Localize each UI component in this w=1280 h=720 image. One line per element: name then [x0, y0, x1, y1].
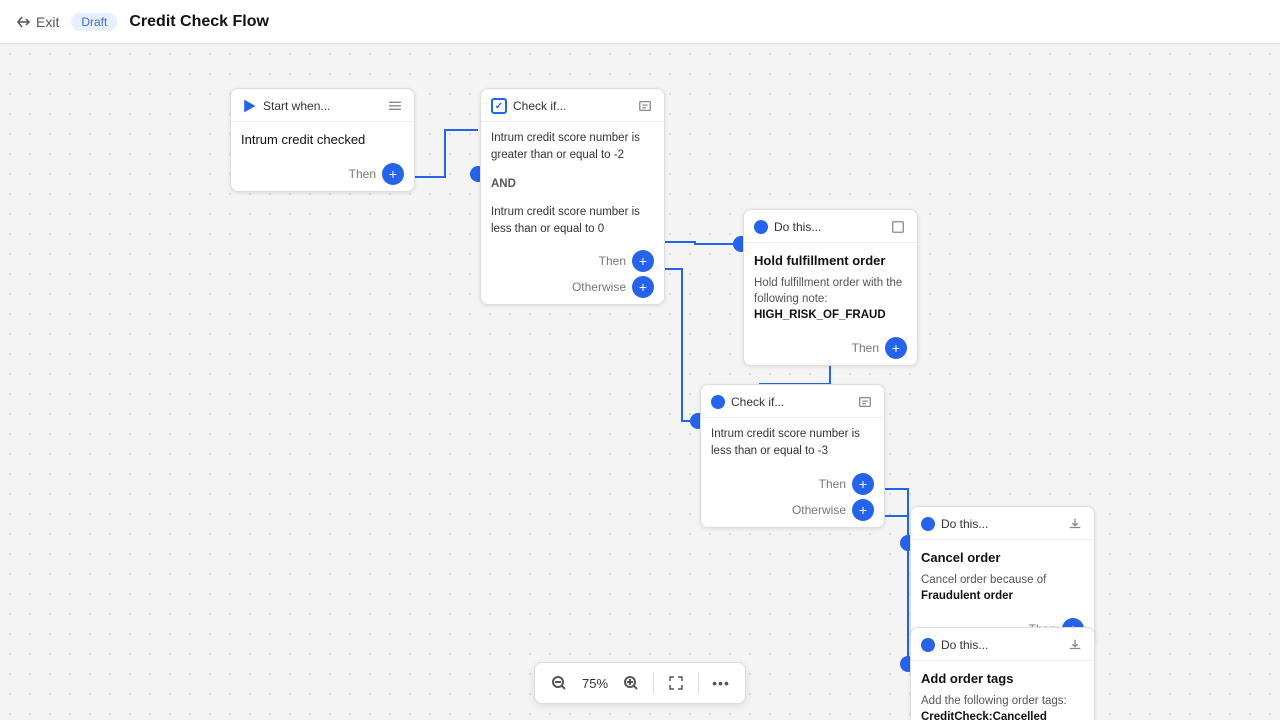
do2-input-dot [921, 517, 935, 531]
start-then-label: Then [349, 167, 376, 181]
check2-condition: Intrum credit score number is less than … [701, 418, 884, 469]
start-node-footer: Then + [231, 157, 414, 191]
exit-button[interactable]: Exit [16, 14, 59, 30]
check1-header-left: Check if... [491, 98, 566, 114]
do2-download-icon[interactable] [1066, 515, 1084, 533]
check1-then-row: Then + [491, 250, 654, 272]
check1-header: Check if... [481, 89, 664, 122]
flow-canvas: Start when... Intrum credit checked Then… [0, 44, 1280, 720]
check2-header-left: Check if... [711, 395, 784, 409]
check1-then-add-button[interactable]: + [632, 250, 654, 272]
do2-label: Do this... [941, 517, 988, 531]
do2-bold: Fraudulent order [921, 590, 1013, 602]
do3-title: Add order tags [921, 669, 1084, 689]
check2-otherwise-label: Otherwise [792, 503, 846, 517]
check1-settings-icon[interactable] [636, 97, 654, 115]
do2-header-left: Do this... [921, 517, 988, 531]
check1-and: AND [481, 176, 664, 204]
check2-header: Check if... [701, 385, 884, 418]
do1-download-icon[interactable] [889, 218, 907, 236]
do1-note: HIGH_RISK_OF_FRAUD [754, 309, 886, 321]
do1-header: Do this... [744, 210, 917, 243]
play-icon [241, 98, 257, 114]
do3-label: Do this... [941, 638, 988, 652]
zoom-toolbar: 75% ••• [534, 662, 746, 704]
check2-otherwise-add-button[interactable]: + [852, 499, 874, 521]
do1-then-label: Then [852, 341, 879, 355]
check2-input-dot [711, 395, 725, 409]
do3-tags: CreditCheck:Cancelled [921, 711, 1047, 720]
do1-header-left: Do this... [754, 220, 821, 234]
check1-condition1: Intrum credit score number is greater th… [481, 122, 664, 173]
start-node-header-left: Start when... [241, 98, 330, 114]
check1-otherwise-label: Otherwise [572, 280, 626, 294]
do1-input-dot [754, 220, 768, 234]
exit-label: Exit [36, 14, 59, 30]
do1-label: Do this... [774, 220, 821, 234]
check2-then-row: Then + [711, 473, 874, 495]
draft-badge: Draft [71, 13, 117, 31]
check2-otherwise-row: Otherwise + [711, 499, 874, 521]
check1-icon [491, 98, 507, 114]
do-node-1[interactable]: Do this... Hold fulfillment order Hold f… [743, 209, 918, 366]
do3-input-dot [921, 638, 935, 652]
do3-body: Add order tags Add the following order t… [911, 661, 1094, 720]
start-add-button[interactable]: + [382, 163, 404, 185]
start-node-header: Start when... [231, 89, 414, 122]
toolbar-divider-1 [653, 673, 654, 693]
toolbar-divider-2 [698, 673, 699, 693]
check2-label: Check if... [731, 395, 784, 409]
zoom-level: 75% [577, 676, 613, 691]
do3-download-icon[interactable] [1066, 636, 1084, 654]
check1-otherwise-add-button[interactable]: + [632, 276, 654, 298]
check-node-1[interactable]: Check if... Intrum credit score number i… [480, 88, 665, 305]
do3-header-left: Do this... [921, 638, 988, 652]
check1-footer: Then + Otherwise + [481, 246, 664, 304]
do2-header: Do this... [911, 507, 1094, 540]
do1-body: Hold fulfillment order Hold fulfillment … [744, 243, 917, 331]
start-node-label: Start when... [263, 99, 330, 113]
do2-body: Cancel order Cancel order because of Fra… [911, 540, 1094, 612]
check2-footer: Then + Otherwise + [701, 469, 884, 527]
start-node[interactable]: Start when... Intrum credit checked Then… [230, 88, 415, 192]
zoom-out-button[interactable] [543, 667, 575, 699]
do3-header: Do this... [911, 628, 1094, 661]
more-options-button[interactable]: ••• [705, 667, 737, 699]
check1-label: Check if... [513, 99, 566, 113]
start-node-body: Intrum credit checked [231, 122, 414, 157]
do1-footer: Then + [744, 331, 917, 365]
do3-desc: Add the following order tags: CreditChec… [921, 693, 1084, 720]
zoom-in-button[interactable] [615, 667, 647, 699]
do1-desc: Hold fulfillment order with the followin… [754, 275, 907, 323]
do-node-3[interactable]: Do this... Add order tags Add the follow… [910, 627, 1095, 720]
header: Exit Draft Credit Check Flow [0, 0, 1280, 44]
check2-settings-icon[interactable] [856, 393, 874, 411]
do2-title: Cancel order [921, 548, 1084, 568]
do1-title: Hold fulfillment order [754, 251, 907, 271]
do-node-2[interactable]: Do this... Cancel order Cancel order bec… [910, 506, 1095, 647]
fit-to-screen-button[interactable] [660, 667, 692, 699]
check2-then-label: Then [819, 477, 846, 491]
check1-condition2: Intrum credit score number is less than … [481, 204, 664, 247]
do2-desc: Cancel order because of Fraudulent order [921, 572, 1084, 604]
check2-then-add-button[interactable]: + [852, 473, 874, 495]
check1-otherwise-row: Otherwise + [491, 276, 654, 298]
check1-then-label: Then [599, 254, 626, 268]
do1-add-button[interactable]: + [885, 337, 907, 359]
start-node-settings-icon[interactable] [386, 97, 404, 115]
check-node-2[interactable]: Check if... Intrum credit score number i… [700, 384, 885, 528]
page-title: Credit Check Flow [129, 13, 269, 31]
